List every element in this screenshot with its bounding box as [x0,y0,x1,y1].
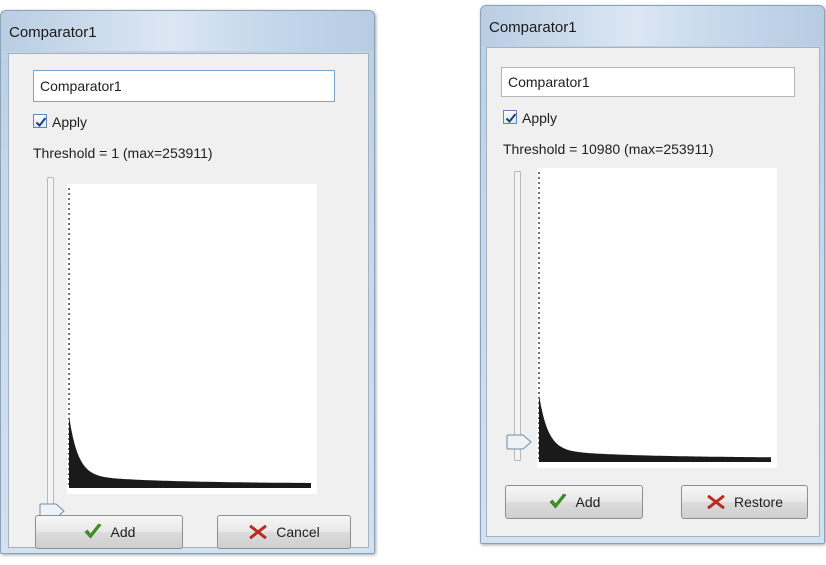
apply-checkbox[interactable] [33,114,47,128]
checkbox-check-icon [35,117,47,127]
add-button-label: Add [110,524,136,540]
checkbox-check-icon [505,113,517,123]
title-bar[interactable]: Comparator1 [1,11,374,51]
threshold-histogram [537,168,777,468]
dialog-client-area: Apply Threshold = 10980 (max=253911) Add… [486,47,820,537]
apply-checkbox-row[interactable]: Apply [33,114,113,132]
restore-button[interactable]: Restore [681,485,808,519]
dialog-title: Comparator1 [9,24,97,41]
apply-checkbox[interactable] [503,110,517,124]
apply-label: Apply [52,114,88,130]
threshold-label: Threshold = 1 (max=253911) [33,145,213,161]
title-bar[interactable]: Comparator1 [481,6,824,46]
checkmark-icon [549,493,567,509]
cross-icon [249,524,268,540]
comparator-name-input[interactable] [501,67,795,97]
histogram-area [539,395,771,462]
cancel-button[interactable]: Cancel [217,515,351,549]
threshold-histogram [67,184,317,494]
cancel-button-label: Cancel [276,524,320,540]
checkmark-icon [84,523,102,539]
add-button-label: Add [575,494,601,510]
apply-checkbox-row[interactable]: Apply [503,110,583,128]
add-button[interactable]: Add [35,515,183,549]
apply-label: Apply [522,110,558,126]
dialog-title: Comparator1 [489,19,577,36]
histogram-area [69,416,311,488]
threshold-slider-track[interactable] [514,171,521,461]
add-button[interactable]: Add [505,485,643,519]
threshold-label: Threshold = 10980 (max=253911) [503,141,714,157]
dialog-client-area: Apply Threshold = 1 (max=253911) Add Can… [8,53,369,549]
comparator-dialog-2: Comparator1 Apply Threshold = 10980 (max… [480,5,825,544]
threshold-slider-track[interactable] [47,177,54,517]
cross-icon [707,494,725,510]
comparator-name-input[interactable] [33,70,335,102]
comparator-dialog-1: Comparator1 Apply Threshold = 1 (max=253… [0,10,375,554]
restore-button-label: Restore [733,494,784,510]
threshold-slider-thumb[interactable] [506,434,532,450]
